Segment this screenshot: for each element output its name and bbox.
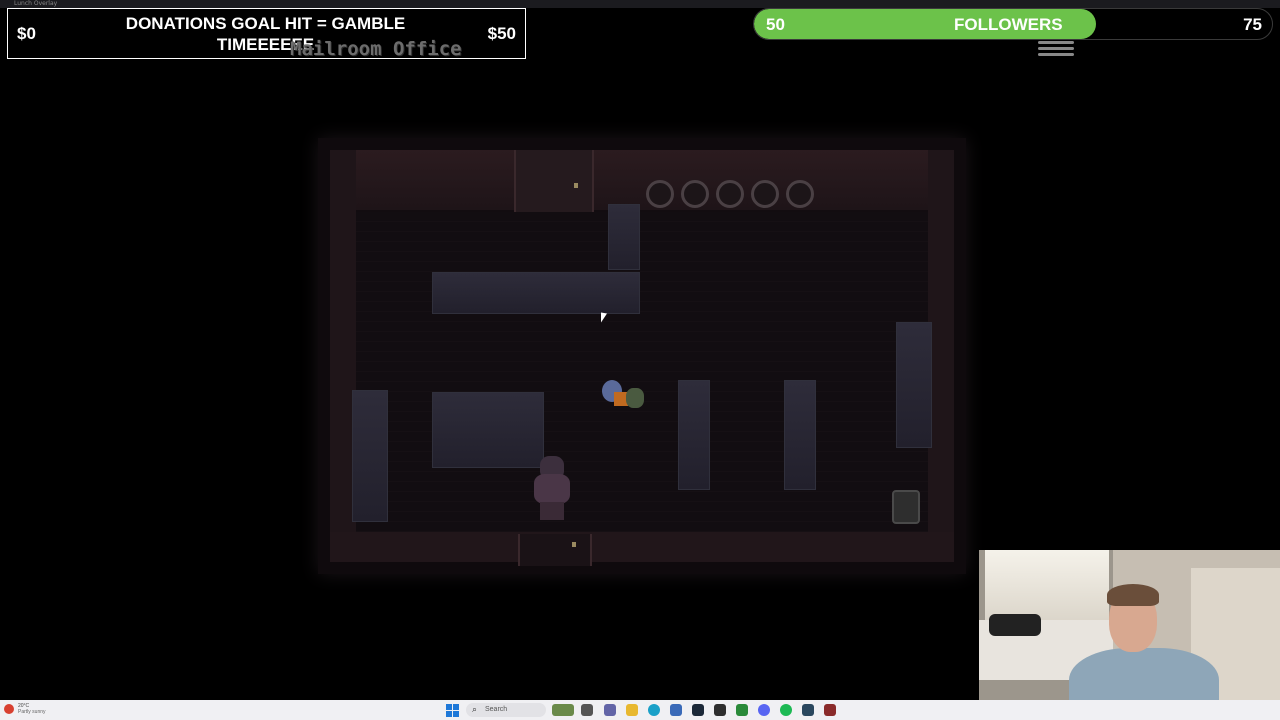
store-icon[interactable] bbox=[670, 704, 682, 716]
bottom-door bbox=[518, 534, 592, 566]
windows-start-icon[interactable] bbox=[446, 704, 459, 717]
file-explorer-icon[interactable] bbox=[581, 704, 593, 716]
long-counter bbox=[432, 272, 640, 314]
taskbar-search[interactable]: ⌕ Search bbox=[466, 703, 546, 717]
npc-character bbox=[600, 380, 648, 414]
wall-vent bbox=[786, 180, 814, 208]
search-icon: ⌕ bbox=[472, 704, 478, 714]
game-icon[interactable] bbox=[824, 704, 836, 716]
mail-rack bbox=[678, 380, 710, 490]
teams-icon[interactable] bbox=[604, 704, 616, 716]
player-character bbox=[528, 456, 576, 522]
donation-goal-amount: $50 bbox=[487, 24, 516, 43]
edge-icon[interactable] bbox=[648, 704, 660, 716]
followers-label: FOLLOWERS bbox=[954, 15, 1063, 34]
room-back-wall bbox=[330, 150, 954, 212]
window-title: Lunch Overlay bbox=[14, 0, 58, 7]
top-door bbox=[514, 150, 594, 212]
window-title-bar: Lunch Overlay bbox=[0, 0, 1280, 8]
obs-icon[interactable] bbox=[736, 704, 748, 716]
trash-bin bbox=[892, 490, 920, 524]
weather-desc: Partly sunny bbox=[18, 709, 46, 715]
spotify-icon[interactable] bbox=[780, 704, 792, 716]
taskbar: 20°C Partly sunny ⌕ Search bbox=[0, 700, 1280, 720]
mouse-cursor bbox=[601, 312, 607, 324]
cabinet bbox=[608, 204, 640, 270]
game-room bbox=[318, 138, 966, 574]
followers-goal: 75 bbox=[1243, 15, 1262, 34]
room-title: Mailroom Office bbox=[290, 38, 462, 60]
left-shelf bbox=[352, 390, 388, 522]
donation-current: $0 bbox=[17, 24, 36, 43]
wall-vent bbox=[681, 180, 709, 208]
wall-vent bbox=[646, 180, 674, 208]
weather-widget[interactable]: 20°C Partly sunny bbox=[4, 703, 74, 717]
steam-icon[interactable] bbox=[692, 704, 704, 716]
steam-alt-icon[interactable] bbox=[802, 704, 814, 716]
game-thumbnail-icon[interactable] bbox=[552, 704, 574, 716]
webcam-feed bbox=[979, 550, 1280, 720]
room-front-wall bbox=[330, 532, 954, 562]
wall-vent bbox=[751, 180, 779, 208]
game-menu-icon[interactable] bbox=[1038, 41, 1074, 57]
wall-vent bbox=[716, 180, 744, 208]
followers-goal-bar: 50 FOLLOWERS 75 bbox=[753, 8, 1273, 40]
weather-icon bbox=[4, 704, 14, 714]
xbox-icon[interactable] bbox=[714, 704, 726, 716]
discord-icon[interactable] bbox=[758, 704, 770, 716]
search-placeholder: Search bbox=[485, 706, 508, 713]
room-floor bbox=[356, 212, 928, 532]
right-shelf bbox=[896, 322, 932, 448]
mail-rack bbox=[784, 380, 816, 490]
door-knob bbox=[574, 183, 578, 188]
folder-icon[interactable] bbox=[626, 704, 638, 716]
followers-start: 50 bbox=[766, 15, 785, 34]
door-knob bbox=[572, 542, 576, 547]
